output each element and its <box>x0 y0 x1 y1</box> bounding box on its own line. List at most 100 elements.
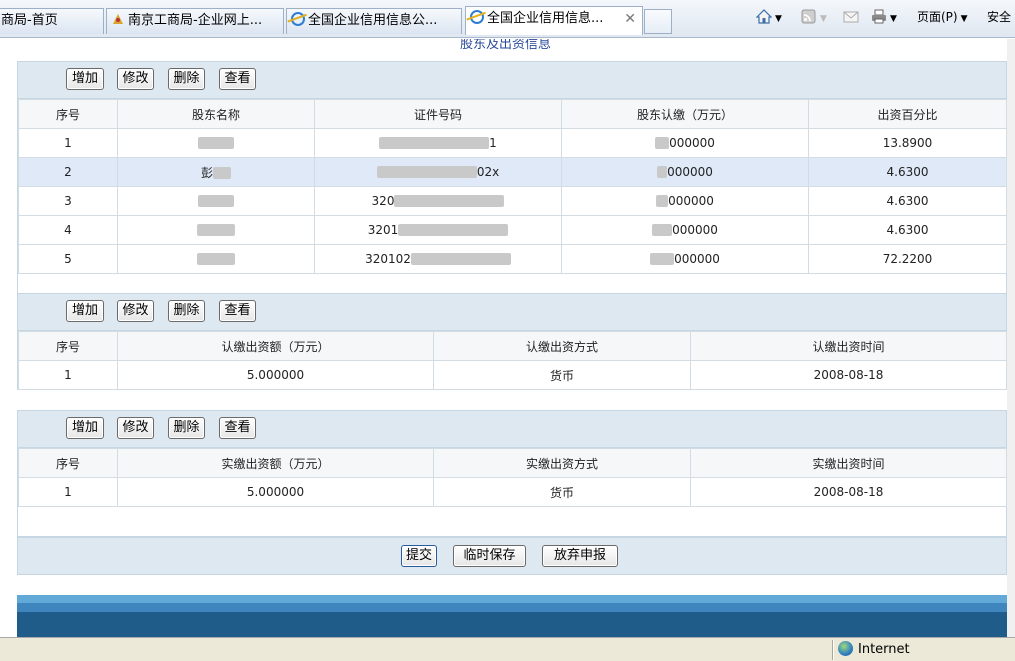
tab-home[interactable]: 商局-首页 <box>0 8 104 34</box>
column-header: 实缴出资额（万元） <box>117 448 434 478</box>
table-header-row: 序号 实缴出资额（万元） 实缴出资方式 实缴出资时间 <box>18 448 1007 478</box>
add-subscribed-button[interactable]: 增加 <box>66 300 104 322</box>
add-paid-button[interactable]: 增加 <box>66 417 104 439</box>
mail-icon <box>843 11 859 23</box>
home-button[interactable]: ▼ <box>756 9 782 24</box>
page-menu-label: 页面(P) <box>917 10 958 24</box>
id-visible: 02x <box>476 165 500 179</box>
ie-icon <box>291 12 305 26</box>
shareholder-name-visible: 彭 <box>200 165 213 180</box>
footer-band-mid <box>17 603 1007 612</box>
share-percent: 13.8900 <box>808 128 1007 158</box>
shareholder-name <box>117 128 315 158</box>
delete-subscribed-button[interactable]: 删除 <box>168 300 205 322</box>
chevron-down-icon[interactable]: ▼ <box>820 14 827 24</box>
page-content: 股东及出资信息 增加 修改 删除 查看 序号 股东名称 证件号码 股东认缴（万元… <box>0 39 1015 637</box>
subscribed-toolbar: 增加 修改 删除 查看 <box>18 294 1006 331</box>
table-row[interactable]: 2 彭 02x 000000 4.6300 <box>18 157 1007 187</box>
column-header: 实缴出资方式 <box>433 448 691 478</box>
feeds-icon <box>801 9 816 24</box>
redacted-mask <box>197 224 235 236</box>
vertical-scrollbar[interactable] <box>1007 39 1015 637</box>
safety-menu-label: 安全 <box>987 10 1012 24</box>
redacted-mask <box>213 166 231 179</box>
page-menu[interactable]: 页面(P) ▼ <box>917 8 968 25</box>
redacted-mask <box>379 137 490 149</box>
table-row[interactable]: 1 1 000000 13.8900 <box>18 128 1007 158</box>
row-number: 1 <box>18 360 118 390</box>
tab-credit-active[interactable]: 全国企业信用信息... ✕ <box>465 6 643 35</box>
subscribed-amount: 000000 <box>561 186 809 216</box>
column-header: 出资百分比 <box>808 99 1007 129</box>
edit-subscribed-button[interactable]: 修改 <box>117 300 154 322</box>
table-header-row: 序号 认缴出资额（万元） 认缴出资方式 认缴出资时间 <box>18 331 1007 361</box>
status-divider <box>832 640 834 660</box>
edit-paid-button[interactable]: 修改 <box>117 417 154 439</box>
share-percent: 72.2200 <box>808 244 1007 274</box>
site-favicon-icon <box>111 11 125 25</box>
amount-visible: 000000 <box>669 136 715 150</box>
share-percent: 4.6300 <box>808 186 1007 216</box>
id-number: 1 <box>314 128 562 158</box>
zone-label: Internet <box>858 642 910 657</box>
column-header: 认缴出资额（万元） <box>117 331 434 361</box>
column-header: 股东认缴（万元） <box>561 99 809 129</box>
chevron-down-icon[interactable]: ▼ <box>890 14 897 24</box>
delete-shareholder-button[interactable]: 删除 <box>168 68 205 90</box>
tab-nanjing[interactable]: 南京工商局-企业网上... <box>106 8 284 34</box>
paid-section: 增加 修改 删除 查看 序号 实缴出资额（万元） 实缴出资方式 实缴出资时间 1… <box>17 410 1007 537</box>
chevron-down-icon[interactable]: ▼ <box>775 14 782 24</box>
redacted-mask <box>656 195 669 207</box>
shareholder-name <box>117 215 315 245</box>
form-action-bar: 提交 临时保存 放弃申报 <box>17 537 1007 575</box>
redacted-mask <box>197 253 235 265</box>
delete-paid-button[interactable]: 删除 <box>168 417 205 439</box>
subscribed-method: 货币 <box>433 360 691 390</box>
subscribed-amount: 000000 <box>561 157 809 187</box>
share-percent: 4.6300 <box>808 157 1007 187</box>
submit-button[interactable]: 提交 <box>401 545 437 567</box>
redacted-mask <box>198 195 234 207</box>
column-header: 序号 <box>18 99 118 129</box>
table-row[interactable]: 1 5.000000 货币 2008-08-18 <box>18 360 1007 390</box>
save-draft-button[interactable]: 临时保存 <box>453 545 526 567</box>
view-paid-button[interactable]: 查看 <box>219 417 256 439</box>
edit-shareholder-button[interactable]: 修改 <box>117 68 154 90</box>
column-header: 实缴出资时间 <box>690 448 1007 478</box>
close-tab-icon[interactable]: ✕ <box>624 7 636 31</box>
redacted-mask <box>652 224 673 236</box>
redacted-mask <box>657 166 668 178</box>
row-number: 1 <box>18 128 118 158</box>
add-shareholder-button[interactable]: 增加 <box>66 68 104 90</box>
column-header: 认缴出资方式 <box>433 331 691 361</box>
tab-credit-1[interactable]: 全国企业信用信息公... <box>286 8 462 34</box>
feeds-button[interactable]: ▼ <box>801 9 827 24</box>
view-shareholder-button[interactable]: 查看 <box>219 68 256 90</box>
chevron-down-icon: ▼ <box>960 14 968 24</box>
safety-menu[interactable]: 安全 <box>987 8 1011 25</box>
redacted-mask <box>198 137 234 149</box>
column-header: 股东名称 <box>117 99 315 129</box>
id-visible: 3201 <box>367 223 399 237</box>
redacted-mask <box>394 195 505 207</box>
security-zone[interactable]: Internet <box>838 641 910 659</box>
table-row[interactable]: 3 320 000000 4.6300 <box>18 186 1007 216</box>
view-subscribed-button[interactable]: 查看 <box>219 300 256 322</box>
redacted-mask <box>376 166 477 178</box>
table-row[interactable]: 5 320102 000000 72.2200 <box>18 244 1007 274</box>
tab-label: 商局-首页 <box>1 13 58 28</box>
print-button[interactable]: ▼ <box>871 9 897 24</box>
subscribed-amount: 000000 <box>561 244 809 274</box>
shareholders-table: 序号 股东名称 证件号码 股东认缴（万元） 出资百分比 1 1 000000 13.8… <box>18 99 1007 274</box>
shareholders-toolbar: 增加 修改 删除 查看 <box>18 62 1006 99</box>
table-row[interactable]: 4 3201 000000 4.6300 <box>18 215 1007 245</box>
abandon-button[interactable]: 放弃申报 <box>542 545 618 567</box>
tab-label: 南京工商局-企业网上... <box>128 13 263 28</box>
new-tab-button[interactable] <box>644 9 672 34</box>
row-number: 1 <box>18 477 118 507</box>
id-number: 02x <box>314 157 562 187</box>
row-number: 4 <box>18 215 118 245</box>
globe-icon <box>838 641 853 656</box>
table-row[interactable]: 1 5.000000 货币 2008-08-18 <box>18 477 1007 507</box>
mail-button[interactable] <box>843 9 859 24</box>
